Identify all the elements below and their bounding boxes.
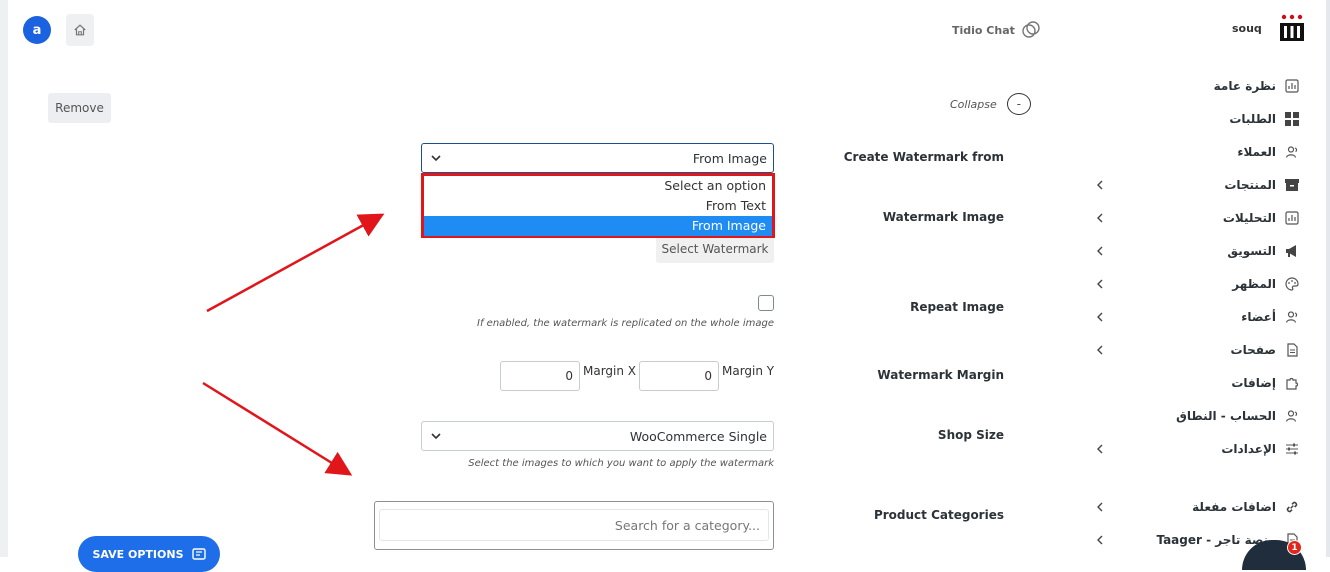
sidebar-item-label: الطلبات: [1229, 112, 1276, 126]
page-icon: [1284, 342, 1300, 358]
chevron-left-icon[interactable]: [1095, 444, 1105, 454]
annotation-arrow-dropdown: [206, 213, 385, 313]
sidebar-item-label: أعضاء: [1241, 310, 1276, 324]
sidebar-item[interactable]: نظرة عامة: [1214, 74, 1300, 98]
sidebar-item[interactable]: التسويق: [1227, 239, 1300, 263]
sidebar-item-label: الحساب - النطاق: [1176, 409, 1276, 423]
chevron-left-icon[interactable]: [1095, 345, 1105, 355]
sidebar-item[interactable]: الإعدادات: [1221, 437, 1300, 461]
annotation-arrows: [202, 213, 385, 476]
sidebar-item[interactable]: صفحات: [1231, 338, 1300, 362]
users-icon: [1284, 144, 1300, 160]
chart-icon: [1284, 210, 1300, 226]
chevron-left-icon[interactable]: [1095, 180, 1105, 190]
chevron-left-icon[interactable]: [1095, 312, 1105, 322]
sidebar-item[interactable]: المظهر: [1232, 272, 1300, 296]
chart-icon: [1284, 78, 1300, 94]
palette-icon: [1284, 276, 1300, 292]
sidebar-item-label: التحليلات: [1222, 211, 1276, 225]
chevron-left-icon[interactable]: [1095, 213, 1105, 223]
sidebar-item-label: العملاء: [1237, 145, 1276, 159]
chevron-left-icon[interactable]: [1095, 502, 1105, 512]
grid-icon: [1284, 111, 1300, 127]
sidebar-item[interactable]: العملاء: [1237, 140, 1300, 164]
sidebar-item[interactable]: الحساب - النطاق: [1176, 404, 1300, 428]
puzzle-icon: [1284, 375, 1300, 391]
megaphone-icon: [1284, 243, 1300, 259]
sidebar-item-label: التسويق: [1227, 244, 1276, 258]
users-icon: [1284, 408, 1300, 424]
users-icon: [1284, 309, 1300, 325]
annotation-arrow-categories: [202, 381, 353, 476]
sidebar-item-label: اضافات مفعلة: [1192, 500, 1276, 514]
sliders-icon: [1284, 441, 1300, 457]
sidebar-item[interactable]: إضافات: [1231, 371, 1300, 395]
sidebar-item-label: نظرة عامة: [1213, 79, 1276, 93]
chevron-left-icon[interactable]: [1095, 535, 1105, 545]
link-icon: [1284, 499, 1300, 515]
archive-icon: [1284, 177, 1300, 193]
sidebar-item[interactable]: اضافات مفعلة: [1192, 495, 1300, 519]
sidebar-item[interactable]: الطلبات: [1229, 107, 1300, 131]
sidebar-item[interactable]: أعضاء: [1241, 305, 1300, 329]
chevron-left-icon[interactable]: [1095, 246, 1105, 256]
sidebar-item-label: صفحات: [1230, 343, 1276, 357]
sidebar-item[interactable]: التحليلات: [1223, 206, 1300, 230]
notification-badge: 1: [1287, 540, 1302, 555]
sidebar-item-label: المظهر: [1232, 277, 1276, 291]
sidebar-item[interactable]: المنتجات: [1224, 173, 1300, 197]
sidebar-item-label: الإعدادات: [1221, 442, 1276, 456]
sidebar-item-label: المنتجات: [1224, 178, 1276, 192]
sidebar-item-label: إضافات: [1231, 376, 1276, 390]
chevron-left-icon[interactable]: [1095, 279, 1105, 289]
